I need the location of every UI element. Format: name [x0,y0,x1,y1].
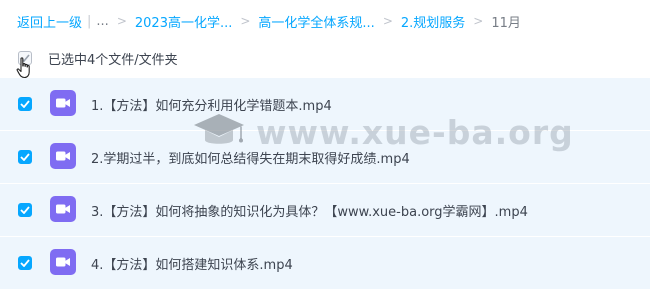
breadcrumb: 返回上一级 | ... > 2023高一化学... > 高一化学全体系规... … [17,12,521,31]
file-checkbox[interactable] [18,97,32,111]
breadcrumb-ellipsis[interactable]: ... [96,14,108,29]
file-checkbox[interactable] [18,150,32,164]
breadcrumb-divider: | [87,13,92,29]
breadcrumb-item-system[interactable]: 高一化学全体系规... [258,12,374,31]
hand-cursor-icon [16,57,30,79]
back-link[interactable]: 返回上一级 [17,12,82,31]
breadcrumb-current: 11月 [491,15,521,31]
chevron-right-icon: > [382,14,393,28]
file-checkbox[interactable] [18,256,32,270]
selection-count-label: 已选中4个文件/文件夹 [48,52,178,68]
file-row[interactable]: 3.【方法】如何将抽象的知识化为具体？【www.xue-ba.org学霸网】.m… [0,184,650,237]
file-name[interactable]: 4.【方法】如何搭建知识体系.mp4 [91,254,293,273]
breadcrumb-item-course[interactable]: 2023高一化学... [135,12,232,31]
video-file-icon [50,143,76,169]
checkmark-icon [20,259,30,267]
file-row[interactable]: 2.学期过半，到底如何总结得失在期末取得好成绩.mp4 [0,131,650,184]
file-row[interactable]: 4.【方法】如何搭建知识体系.mp4 [0,237,650,290]
chevron-right-icon: > [473,14,484,28]
breadcrumb-item-planning[interactable]: 2.规划服务 [401,12,465,31]
select-all-row: 已选中4个文件/文件夹 [18,48,178,68]
video-file-icon [50,196,76,222]
file-checkbox[interactable] [18,203,32,217]
file-name[interactable]: 3.【方法】如何将抽象的知识化为具体？【www.xue-ba.org学霸网】.m… [91,201,528,220]
checkmark-icon [20,100,30,108]
chevron-right-icon: > [116,14,127,28]
chevron-right-icon: > [240,14,251,28]
file-name[interactable]: 2.学期过半，到底如何总结得失在期末取得好成绩.mp4 [91,148,410,167]
file-list: 1.【方法】如何充分利用化学错题本.mp4 2.学期过半，到底如何总结得失在期末… [0,78,650,290]
file-row[interactable]: 1.【方法】如何充分利用化学错题本.mp4 [0,78,650,131]
file-browser: 返回上一级 | ... > 2023高一化学... > 高一化学全体系规... … [0,0,650,292]
checkmark-icon [20,153,30,161]
video-file-icon [50,90,76,116]
checkmark-icon [20,206,30,214]
video-file-icon [50,249,76,275]
file-name[interactable]: 1.【方法】如何充分利用化学错题本.mp4 [91,95,332,114]
